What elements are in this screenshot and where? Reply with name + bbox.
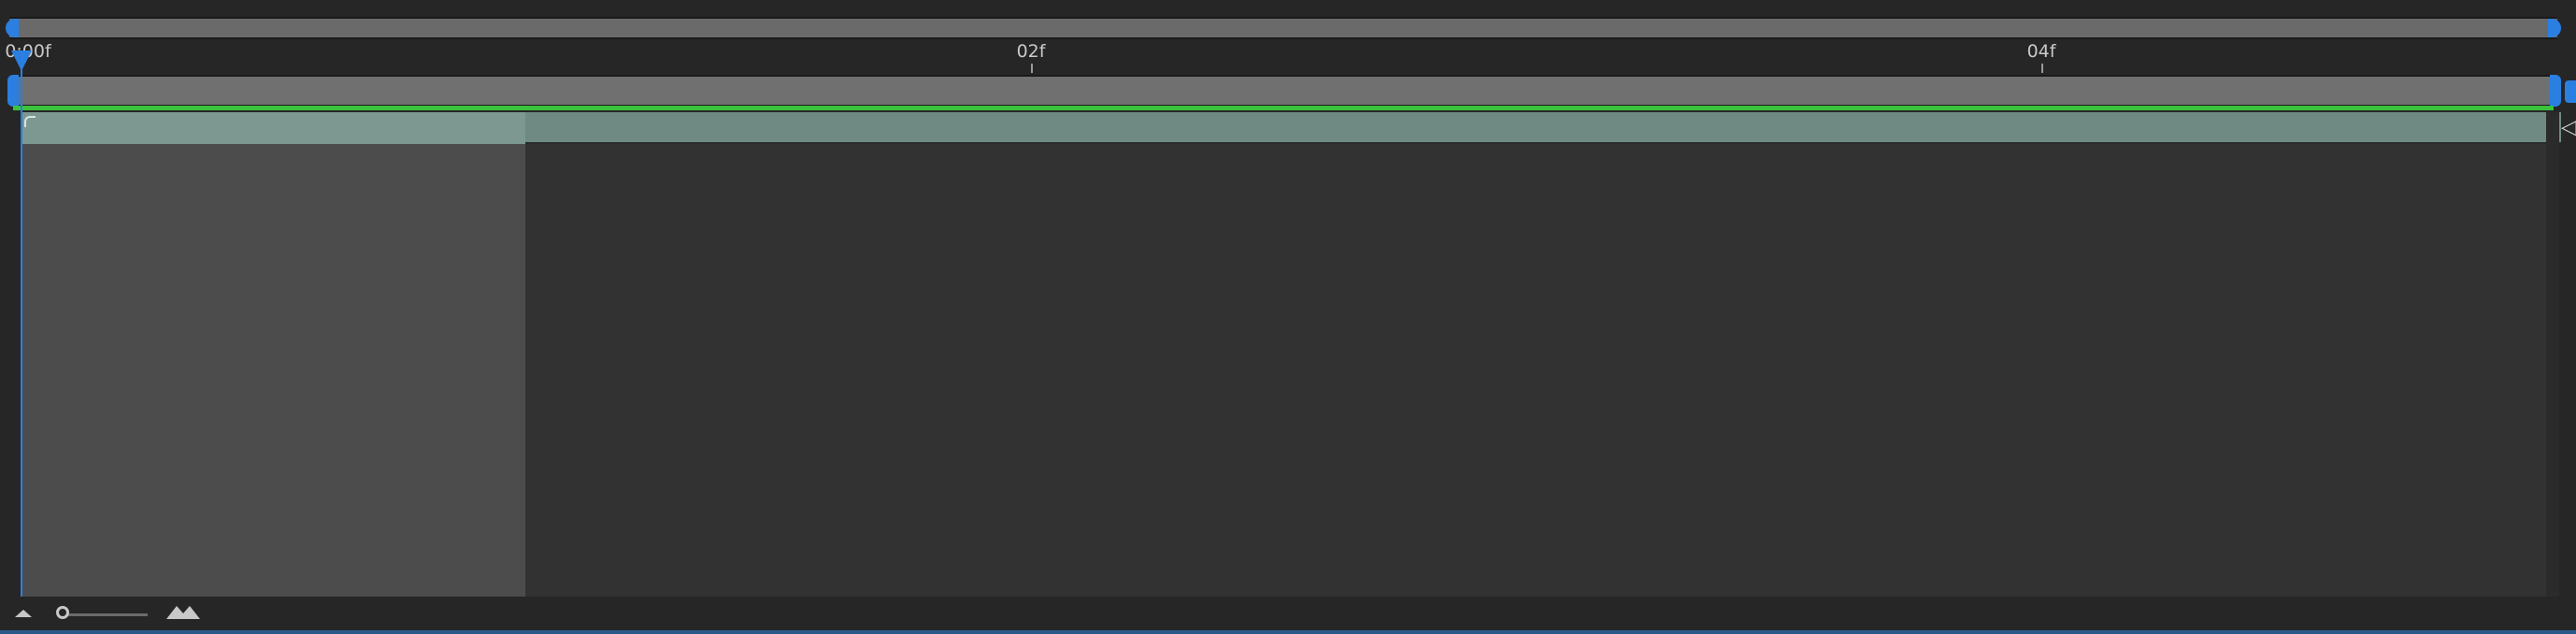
work-area-end-handle[interactable]: [2550, 75, 2561, 107]
timeline-panel: 0:00f 02f 04f ◁: [0, 0, 2576, 634]
work-area-end-handle-grip[interactable]: [2565, 80, 2576, 103]
work-area-bar[interactable]: [13, 75, 2554, 107]
playhead-marker-icon[interactable]: [11, 50, 32, 71]
panel-focus-border: [0, 630, 2576, 634]
ruler-tick-mark: [2041, 64, 2043, 73]
layer-out-point-icon[interactable]: ◁: [2561, 118, 2576, 138]
navigator-start-handle[interactable]: [6, 19, 19, 37]
timeline-zoom-bar: [0, 597, 2576, 630]
zoom-out-mountain-icon[interactable]: [15, 610, 32, 617]
track-right-border: [2546, 112, 2559, 597]
playhead-line[interactable]: [21, 56, 22, 597]
ruler-tick-mark: [1031, 64, 1033, 73]
ruler-tick-label: 02f: [1016, 41, 1046, 62]
layer-in-point-icon[interactable]: [24, 116, 36, 127]
work-area-start-handle[interactable]: [7, 75, 19, 107]
time-ruler[interactable]: 0:00f 02f 04f: [0, 39, 2576, 75]
selected-layer-region[interactable]: [21, 144, 525, 597]
zoom-in-mountain-icon[interactable]: [166, 606, 200, 619]
ruler-tick-label: 04f: [2026, 41, 2056, 62]
zoom-slider-track[interactable]: [64, 613, 148, 616]
navigator-end-handle[interactable]: [2548, 19, 2561, 37]
ram-cache-indicator: [13, 106, 2554, 110]
time-navigator-bar[interactable]: [9, 17, 2557, 39]
layer-duration-bar-selected[interactable]: [21, 112, 525, 144]
zoom-slider-thumb[interactable]: [56, 606, 69, 619]
